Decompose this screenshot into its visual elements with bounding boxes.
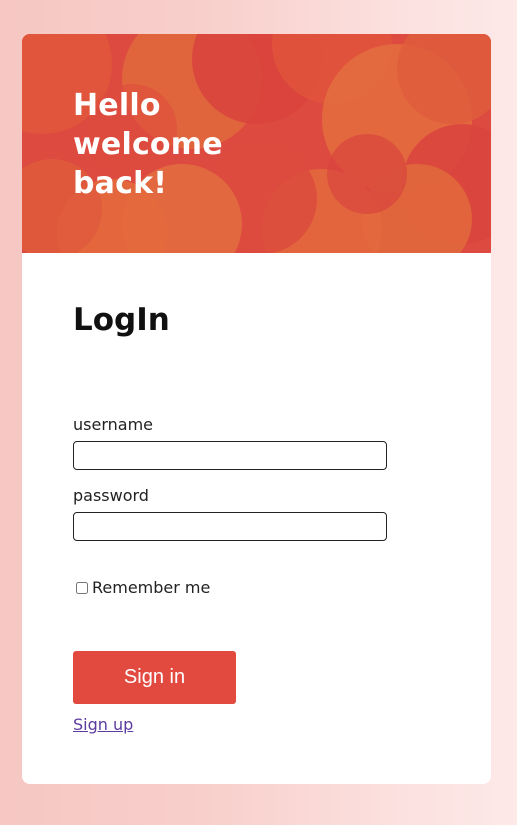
password-input[interactable] [73,512,387,541]
sign-up-link[interactable]: Sign up [73,715,133,734]
sign-in-button[interactable]: Sign in [73,651,236,704]
remember-me-row: Remember me [76,578,210,597]
remember-me-label: Remember me [92,578,211,597]
username-label: username [73,415,153,434]
password-label: password [73,486,149,505]
login-title: LogIn [73,302,170,338]
hero-title: Hello welcome back! [73,88,223,201]
remember-me-checkbox[interactable] [76,581,88,594]
login-card: Hello welcome back! LogIn username passw… [22,34,491,784]
hero-banner: Hello welcome back! [22,34,491,253]
username-input[interactable] [73,441,387,470]
